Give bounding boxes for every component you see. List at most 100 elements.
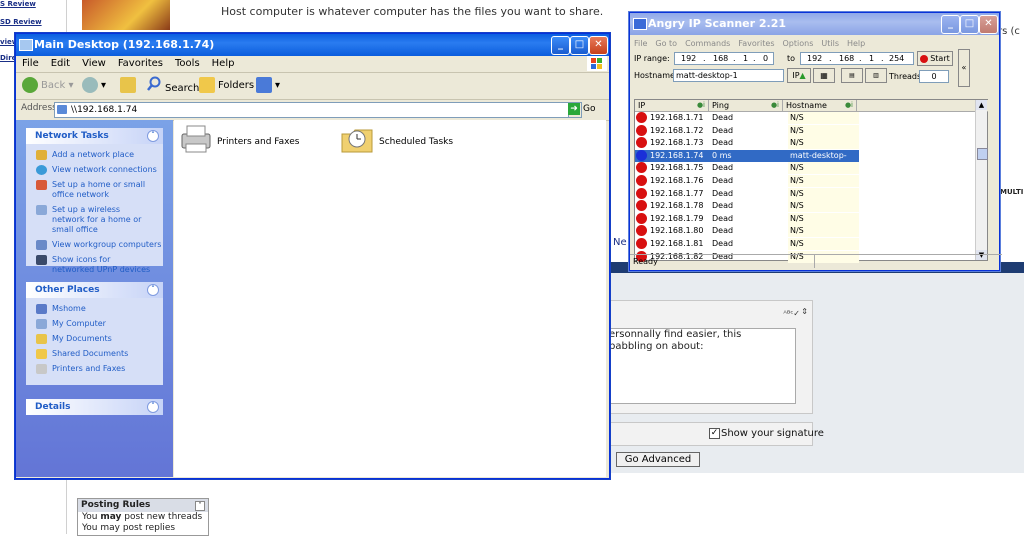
task-setup-home-network[interactable]: Set up a home or small office network (26, 180, 152, 200)
search-button[interactable]: Search (146, 76, 199, 96)
cell-ping: Dead (712, 213, 734, 223)
table-row[interactable]: 192.168.1.75 Dead N/S (635, 162, 859, 175)
cell-ip: 192.168.1.71 (650, 113, 704, 122)
ipscanner-close-button[interactable]: ✕ (979, 15, 998, 34)
views-button[interactable]: ▾ (256, 76, 280, 96)
menu-help[interactable]: Help (206, 56, 241, 72)
folders-button[interactable]: Folders (199, 76, 254, 96)
task-show-upnp-icons[interactable]: Show icons for networked UPnP devices (26, 255, 152, 275)
place-my-documents[interactable]: My Documents (26, 334, 163, 344)
menu-favorites[interactable]: Favorites (112, 56, 169, 72)
ip-menu-goto[interactable]: Go to (651, 37, 681, 50)
place-my-computer[interactable]: My Computer (26, 319, 163, 329)
bg-link-review-1[interactable]: S Review (0, 0, 36, 8)
ipscanner-minimize-button[interactable]: _ (941, 15, 960, 34)
task-setup-wireless-network[interactable]: Set up a wireless network for a home or … (26, 205, 152, 235)
sort-icon: ●i (770, 101, 779, 109)
table-row[interactable]: 192.168.1.76 Dead N/S (635, 175, 859, 187)
collapse-chevron-icon[interactable]: ˄ (147, 284, 159, 296)
other-places-header[interactable]: Other Places ˄ (26, 282, 163, 298)
bg-link-review-2[interactable]: SD Review (0, 18, 42, 26)
go-advanced-button[interactable]: Go Advanced (616, 452, 700, 467)
menu-view[interactable]: View (76, 56, 112, 72)
collapse-icon[interactable]: ˄ (195, 501, 205, 511)
up-folder-icon (120, 77, 136, 93)
expand-chevron-icon[interactable]: ˅ (147, 401, 159, 413)
column-header-hostname[interactable]: Hostname ●i (783, 100, 857, 112)
class-c-button[interactable]: ▤ (841, 68, 863, 83)
table-row[interactable]: 192.168.1.80 Dead N/S (635, 225, 859, 238)
table-row[interactable]: 192.168.1.72 Dead N/S (635, 124, 859, 137)
class-d-button[interactable]: ▥ (865, 68, 887, 83)
table-row[interactable]: 192.168.1.79 Dead N/S (635, 212, 859, 225)
task-view-workgroup-computers[interactable]: View workgroup computers (26, 240, 163, 250)
ip-start-octet-2: 168 (713, 54, 729, 63)
ipscanner-titlebar[interactable]: Angry IP Scanner 2.21 _ □ ✕ (630, 13, 999, 35)
go-button[interactable]: ➜ Go (568, 102, 595, 117)
scan-results-list: IP ●i Ping ●i Hostname ●i 192.168.1.71 Dead N… (634, 99, 988, 263)
column-header-ip[interactable]: IP ●i (635, 100, 709, 112)
ip-range-label: IP range: (634, 54, 670, 63)
place-shared-documents[interactable]: Shared Documents (26, 349, 163, 359)
spellcheck-icon[interactable]: ᴬᴮᶜ✓ (783, 309, 800, 318)
table-row[interactable]: 192.168.1.71 Dead N/S (635, 112, 859, 124)
ip-menu-options[interactable]: Options (779, 37, 818, 50)
back-button[interactable]: Back ▾ (22, 76, 73, 96)
table-row[interactable]: 192.168.1.740 msmatt-desktop-1.g... (635, 149, 859, 174)
ip-menu-utils[interactable]: Utils (817, 37, 843, 50)
ip-range-start-input[interactable]: 192. 168. 1. 0 (674, 52, 774, 65)
panel-toggle-button[interactable]: « (958, 49, 970, 87)
options-button[interactable]: ▦ (813, 68, 835, 83)
scroll-up-icon[interactable]: ▲ (976, 100, 987, 110)
menu-file[interactable]: File (16, 56, 45, 72)
table-row[interactable]: 192.168.1.73 Dead N/S (635, 137, 859, 150)
printer-folder-icon (181, 125, 211, 153)
status-text: Ready (633, 257, 658, 266)
network-tasks-header[interactable]: Network Tasks ˄ (26, 128, 163, 144)
minimize-button[interactable]: _ (551, 36, 570, 55)
table-row[interactable]: 192.168.1.81 Dead N/S (635, 238, 859, 250)
place-mshome[interactable]: Mshome (26, 304, 163, 314)
start-button[interactable]: Start (917, 51, 953, 66)
scroll-thumb[interactable] (977, 148, 988, 160)
address-label: Address (21, 103, 57, 113)
forward-button[interactable]: ▾ (82, 76, 106, 96)
reply-textarea[interactable]: ersonnally find easier, this babbling on… (608, 328, 796, 404)
menu-tools[interactable]: Tools (169, 56, 206, 72)
task-view-network-connections[interactable]: View network connections (26, 165, 163, 175)
menu-edit[interactable]: Edit (45, 56, 76, 72)
explorer-titlebar[interactable]: Main Desktop (192.168.1.74) _ □ ✕ (16, 34, 609, 56)
hostname-input[interactable]: matt-desktop-1 (673, 69, 784, 82)
resize-arrows-icon[interactable]: ⇕ (801, 307, 808, 316)
collapse-chevron-icon[interactable]: ˄ (147, 130, 159, 142)
ip-start-octet-4: 0 (763, 54, 769, 63)
bg-link-new[interactable]: Ne (613, 237, 627, 248)
ip-menu-file[interactable]: File (630, 37, 651, 50)
maximize-button[interactable]: □ (570, 36, 589, 55)
cell-host: N/S (788, 124, 859, 137)
table-row[interactable]: 192.168.1.77 Dead N/S (635, 187, 859, 200)
explorer-window: Main Desktop (192.168.1.74) _ □ ✕ File Ed… (15, 33, 610, 479)
ip-menu-help[interactable]: Help (843, 37, 869, 50)
place-printers-and-faxes[interactable]: Printers and Faxes (26, 364, 163, 374)
column-header-ping[interactable]: Ping ●i (709, 100, 783, 112)
task-add-network-place[interactable]: Add a network place (26, 150, 163, 160)
ipscanner-maximize-button[interactable]: □ (960, 15, 979, 34)
ip-start-octet-3: 1 (743, 54, 749, 63)
forward-arrow-icon (82, 77, 98, 93)
address-input[interactable]: \\192.168.1.74 ▾ (54, 102, 582, 118)
show-signature-checkbox[interactable]: ✓ (709, 428, 720, 439)
ip-menu-favorites[interactable]: Favorites (734, 37, 778, 50)
up-folder-button[interactable] (120, 76, 139, 96)
ip-lookup-button[interactable]: IP▲ (787, 68, 811, 83)
multi-quote-label[interactable]: MULTI (1000, 188, 1023, 196)
ip-end-octet-2: 168 (839, 54, 855, 63)
wireless-network-icon (36, 205, 47, 215)
ip-range-end-input[interactable]: 192. 168. 1. 254 (800, 52, 914, 65)
results-scrollbar[interactable]: ▲ ▼ (975, 100, 988, 260)
details-header[interactable]: Details ˅ (26, 399, 163, 415)
ip-menu-commands[interactable]: Commands (681, 37, 734, 50)
start-record-icon (920, 54, 929, 63)
table-row[interactable]: 192.168.1.78 Dead N/S (635, 200, 859, 213)
close-button[interactable]: ✕ (589, 36, 608, 55)
